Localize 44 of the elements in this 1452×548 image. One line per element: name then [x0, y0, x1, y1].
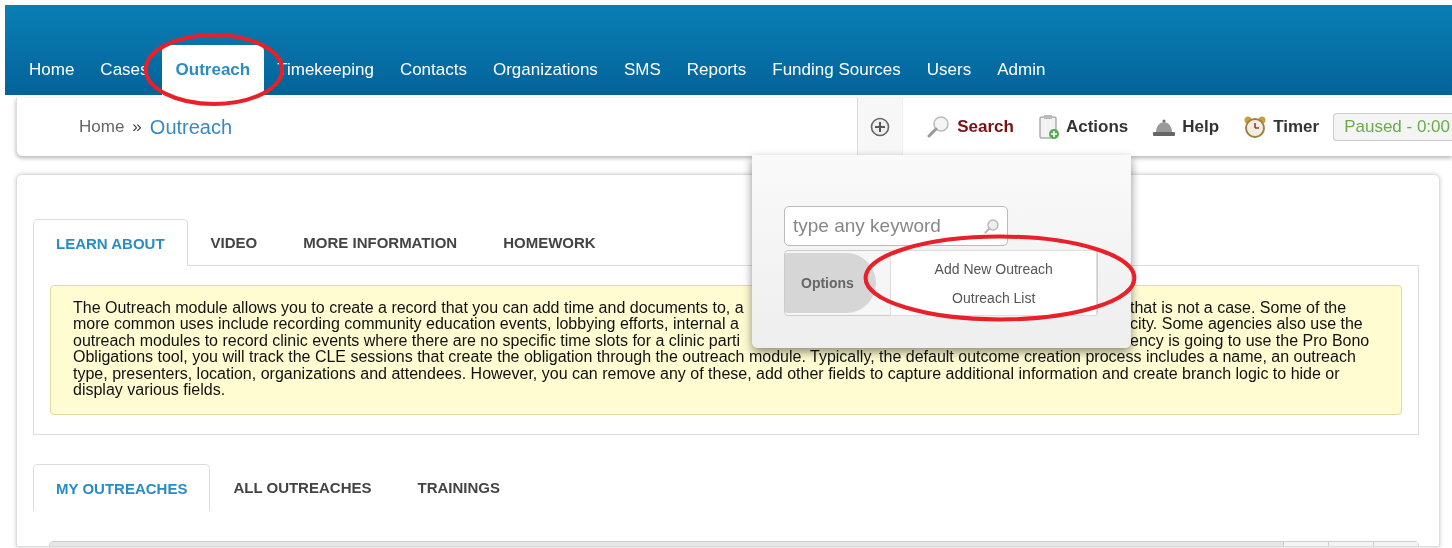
description-text: display various fields.: [73, 382, 226, 399]
nav-tab[interactable]: Users: [913, 45, 985, 95]
toolbar-item[interactable]: Help: [1152, 117, 1220, 137]
breadcrumb-separator: »: [132, 117, 142, 137]
nav-tab[interactable]: Outreach: [161, 45, 265, 95]
description-text: ency is going to use the Pro Bono: [1130, 332, 1370, 350]
description-text: The Outreach module allows you to create a record that you can add time and documents to, a: [73, 300, 745, 317]
tab[interactable]: LEARN ABOUT: [33, 219, 188, 266]
nav-tab[interactable]: Admin: [984, 45, 1059, 95]
nav-tab[interactable]: Funding Sources: [759, 45, 914, 95]
tab[interactable]: MORE INFORMATION: [280, 219, 481, 265]
tab[interactable]: MY OUTREACHES: [33, 464, 211, 511]
search-icon: [984, 218, 1000, 234]
description-text: city. Some agencies also use the: [1130, 316, 1363, 333]
nav-tab[interactable]: SMS: [610, 45, 674, 95]
menu-item[interactable]: Outreach List: [952, 289, 1036, 306]
breadcrumb-current: Outreach: [149, 115, 233, 139]
toolbar-item[interactable]: Timer: [1243, 115, 1320, 139]
bell-icon: [1152, 117, 1177, 137]
description-text: more common uses include recording community education events, lobbying efforts, internal a: [73, 316, 740, 333]
plus-icon: [870, 117, 891, 137]
tab[interactable]: VIDEO: [187, 219, 281, 265]
search-field[interactable]: type any keyword: [784, 206, 1008, 246]
toolbar-item[interactable]: Actions: [1037, 114, 1129, 140]
nav-tab[interactable]: Home: [16, 45, 88, 95]
clipboard-icon: [1037, 114, 1060, 140]
nav-tab[interactable]: Reports: [673, 45, 760, 95]
tab[interactable]: ALL OUTREACHES: [210, 464, 395, 510]
options-button[interactable]: Options: [785, 253, 877, 313]
alarm-clock-icon: [1243, 115, 1268, 139]
description-text: Obligations tool, you will track the CLE sessions that create the obligation through the outreach module. Typically, the default outcome creation process includes a name, an outreach: [73, 349, 1356, 366]
nav-tab[interactable]: Contacts: [386, 45, 480, 95]
magnifier-icon: [927, 115, 952, 139]
timer-status: Paused - 0:00: [1333, 113, 1452, 141]
tab[interactable]: TRAININGS: [394, 464, 523, 510]
tab[interactable]: HOMEWORK: [480, 219, 619, 265]
nav-tab[interactable]: Organizations: [480, 45, 611, 95]
description-text: outreach modules to record clinic events where there are no specific time slots for a clinic parti: [73, 332, 740, 350]
add-button[interactable]: [857, 98, 904, 156]
toolbar-item[interactable]: Search: [927, 115, 1014, 139]
menu-item[interactable]: Add New Outreach: [934, 260, 1053, 277]
breadcrumb-link[interactable]: Home: [79, 117, 125, 137]
description-text: that is not a case. Some of the: [1130, 300, 1347, 317]
description-text: type, presenters, location, organizations and attendees. However, you can remove any of these, add other fields to capture additional information and create branch logic to hide or: [73, 365, 1340, 383]
